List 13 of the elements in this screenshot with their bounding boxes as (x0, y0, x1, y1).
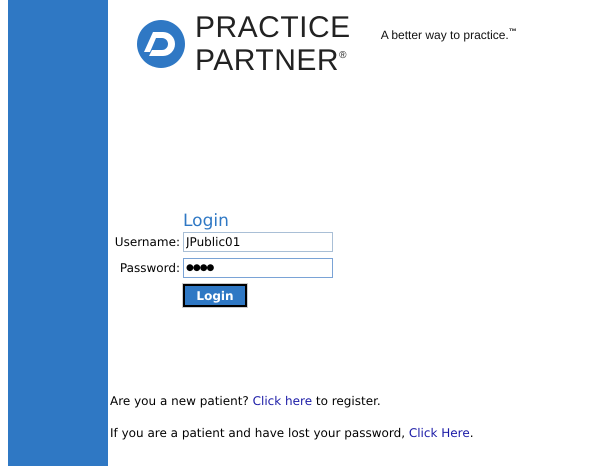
field-label: Username: (114, 235, 181, 249)
brand-name: PARTNER$^{®}$ (195, 42, 348, 74)
link[interactable]: Click Here (408, 426, 470, 440)
field-label: Password: (118, 261, 181, 275)
help-text: Are you a new patient? Click here to register. (110, 393, 382, 409)
help-text: If you are a patient and have lost your password, Click Here. (110, 425, 475, 441)
tagline: A better way to practice.$^{™}$ (380, 26, 517, 42)
login-heading: Login (183, 212, 230, 230)
link[interactable]: Click here (252, 394, 312, 408)
login-button[interactable]: Login (183, 284, 247, 307)
brand-name: PRACTICE (195, 14, 351, 42)
password-field[interactable]: ●●●● (183, 258, 333, 278)
logo-icon (137, 20, 185, 68)
